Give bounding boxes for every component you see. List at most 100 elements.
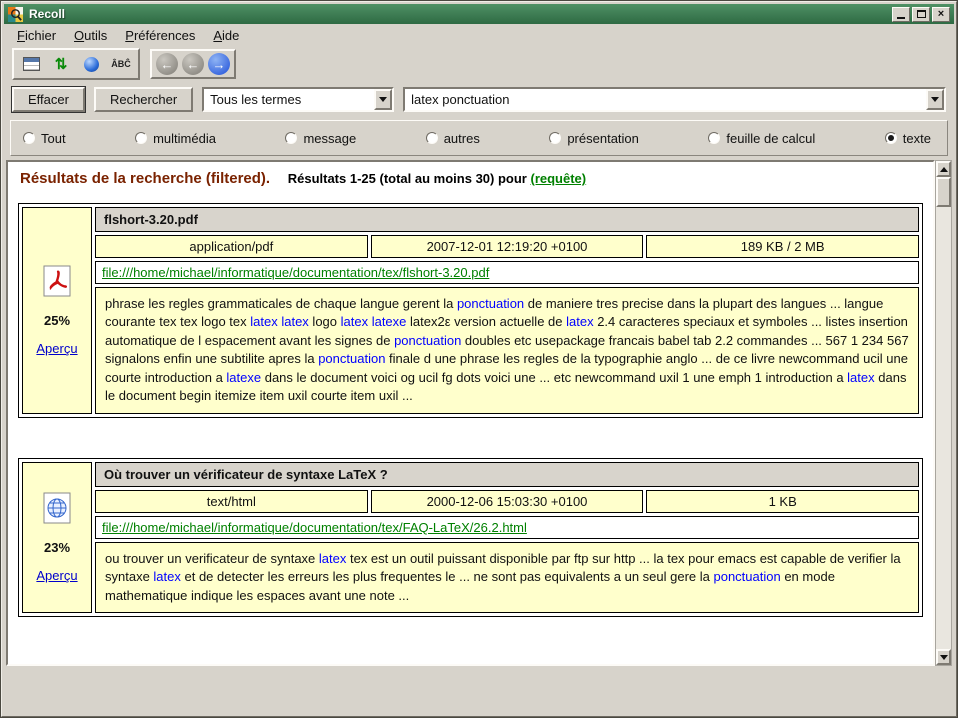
query-history-dropdown-button[interactable]: [926, 89, 944, 110]
clear-search-button[interactable]: [18, 52, 44, 76]
first-page-icon: ←: [161, 58, 174, 71]
result-side-panel: 25% Aperçu: [22, 207, 92, 414]
highlighted-term: ponctuation: [394, 333, 461, 348]
close-button[interactable]: ×: [932, 7, 950, 22]
result-meta-row: text/html 2000-12-06 15:03:30 +0100 1 KB: [95, 490, 919, 513]
filter-feuille-de-calcul[interactable]: feuille de calcul: [708, 131, 815, 146]
menu-outils[interactable]: Outils: [67, 26, 114, 45]
results-list: Résultats de la recherche (filtered). Ré…: [6, 160, 935, 666]
filter-autres[interactable]: autres: [426, 131, 480, 146]
query-details-link[interactable]: (requête): [531, 171, 587, 186]
titlebar[interactable]: Recoll ×: [4, 4, 954, 24]
results-header: Résultats de la recherche (filtered). Ré…: [20, 170, 923, 187]
clear-search-icon: [23, 57, 40, 71]
menubar: FichierOutilsPréférencesAide: [4, 24, 954, 46]
html-file-icon: [42, 492, 72, 527]
result-item: 25% Aperçu flshort-3.20.pdf application/…: [18, 203, 923, 418]
next-page-button[interactable]: →: [208, 53, 230, 75]
filter-message[interactable]: message: [285, 131, 356, 146]
scrollbar-trough[interactable]: [936, 207, 951, 649]
results-summary: Résultats 1-25 (total au moins 30) pour …: [288, 171, 586, 186]
filter-texte[interactable]: texte: [885, 131, 931, 146]
result-abstract: phrase les regles grammaticales de chaqu…: [95, 287, 919, 414]
term-explorer-button[interactable]: ÂBĈ: [108, 52, 134, 76]
search-button[interactable]: Rechercher: [94, 87, 193, 112]
abstract-text: ou trouver un verificateur de syntaxe: [105, 551, 319, 566]
highlighted-term: latexe: [226, 370, 261, 385]
query-combobox: [403, 87, 946, 112]
result-url-link[interactable]: file:///home/michael/informatique/docume…: [102, 265, 489, 280]
minimize-icon: [897, 17, 905, 19]
result-url-row: file:///home/michael/informatique/docume…: [95, 516, 919, 539]
next-page-icon: →: [213, 58, 226, 71]
filter-label: Tout: [41, 131, 66, 146]
scrollbar-thumb[interactable]: [936, 177, 951, 207]
scroll-up-button[interactable]: [936, 161, 951, 177]
result-size: 189 KB / 2 MB: [646, 235, 919, 258]
sort-button[interactable]: ⇅: [48, 52, 74, 76]
filter-tout[interactable]: Tout: [23, 131, 66, 146]
highlighted-term: ponctuation: [713, 569, 780, 584]
radio-presentation[interactable]: [549, 132, 561, 144]
previous-page-button[interactable]: ←: [182, 53, 204, 75]
clear-button[interactable]: Effacer: [12, 87, 85, 112]
results-region: Résultats de la recherche (filtered). Ré…: [6, 160, 952, 666]
results-title: Résultats de la recherche (filtered).: [20, 170, 270, 187]
chevron-down-icon: [379, 97, 387, 102]
query-input[interactable]: [405, 89, 926, 110]
highlighted-term: latex latex: [250, 314, 309, 329]
result-date: 2000-12-06 15:03:30 +0100: [371, 490, 644, 513]
menu-fichier[interactable]: Fichier: [10, 26, 63, 45]
summary-pour: pour: [498, 171, 527, 186]
radio-multimedia[interactable]: [135, 132, 147, 144]
relevancy-percent: 23%: [44, 540, 70, 555]
result-item: 23% Aperçu Où trouver un vérificateur de…: [18, 458, 923, 617]
radio-autres[interactable]: [426, 132, 438, 144]
filter-presentation[interactable]: présentation: [549, 131, 639, 146]
result-url-row: file:///home/michael/informatique/docume…: [95, 261, 919, 284]
toolbar-nav-group: ← ← →: [150, 49, 236, 79]
highlighted-term: latex: [566, 314, 593, 329]
search-mode-dropdown-button[interactable]: [374, 89, 392, 110]
highlighted-term: ponctuation: [457, 296, 524, 311]
toolbar: ⇅ ÂBĈ ← ← →: [4, 46, 954, 82]
preview-link[interactable]: Aperçu: [36, 341, 77, 356]
search-mode-value: Tous les termes: [204, 89, 374, 110]
highlighted-term: latex latexe: [341, 314, 407, 329]
result-main: flshort-3.20.pdf application/pdf 2007-12…: [95, 207, 919, 414]
summary-range: 1-25 (total au moins 30): [350, 171, 494, 186]
highlighted-term: ponctuation: [318, 351, 385, 366]
abstract-text: phrase les regles grammaticales de chaqu…: [105, 296, 457, 311]
result-title: flshort-3.20.pdf: [95, 207, 919, 232]
result-mime-type: text/html: [95, 490, 368, 513]
result-url-link[interactable]: file:///home/michael/informatique/docume…: [102, 520, 527, 535]
abstract-text: latex2ε version actuelle de: [406, 314, 566, 329]
previous-page-icon: ←: [187, 58, 200, 71]
radio-tout[interactable]: [23, 132, 35, 144]
minimize-button[interactable]: [892, 7, 910, 22]
radio-message[interactable]: [285, 132, 297, 144]
radio-feuille-de-calcul[interactable]: [708, 132, 720, 144]
menu-preferences[interactable]: Préférences: [118, 26, 202, 45]
filter-multimedia[interactable]: multimédia: [135, 131, 216, 146]
maximize-icon: [917, 10, 926, 18]
search-mode-select[interactable]: Tous les termes: [202, 87, 394, 112]
scroll-down-button[interactable]: [936, 649, 951, 665]
filter-label: feuille de calcul: [726, 131, 815, 146]
radio-texte[interactable]: [885, 132, 897, 144]
preview-link[interactable]: Aperçu: [36, 568, 77, 583]
vertical-scrollbar[interactable]: [935, 160, 952, 666]
first-page-button[interactable]: ←: [156, 53, 178, 75]
category-filter-bar: Tout multimédia message autres présentation f…: [10, 120, 948, 156]
term-explorer-icon: ÂBĈ: [111, 59, 131, 69]
maximize-button[interactable]: [912, 7, 930, 22]
chevron-down-icon: [931, 97, 939, 102]
menu-aide[interactable]: Aide: [206, 26, 246, 45]
history-button[interactable]: [78, 52, 104, 76]
window-controls: ×: [892, 7, 950, 22]
result-side-panel: 23% Aperçu: [22, 462, 92, 613]
filter-label: texte: [903, 131, 931, 146]
highlighted-term: latex: [153, 569, 180, 584]
abstract-text: et de detecter les erreurs les plus freq…: [181, 569, 714, 584]
window-title: Recoll: [29, 7, 65, 21]
